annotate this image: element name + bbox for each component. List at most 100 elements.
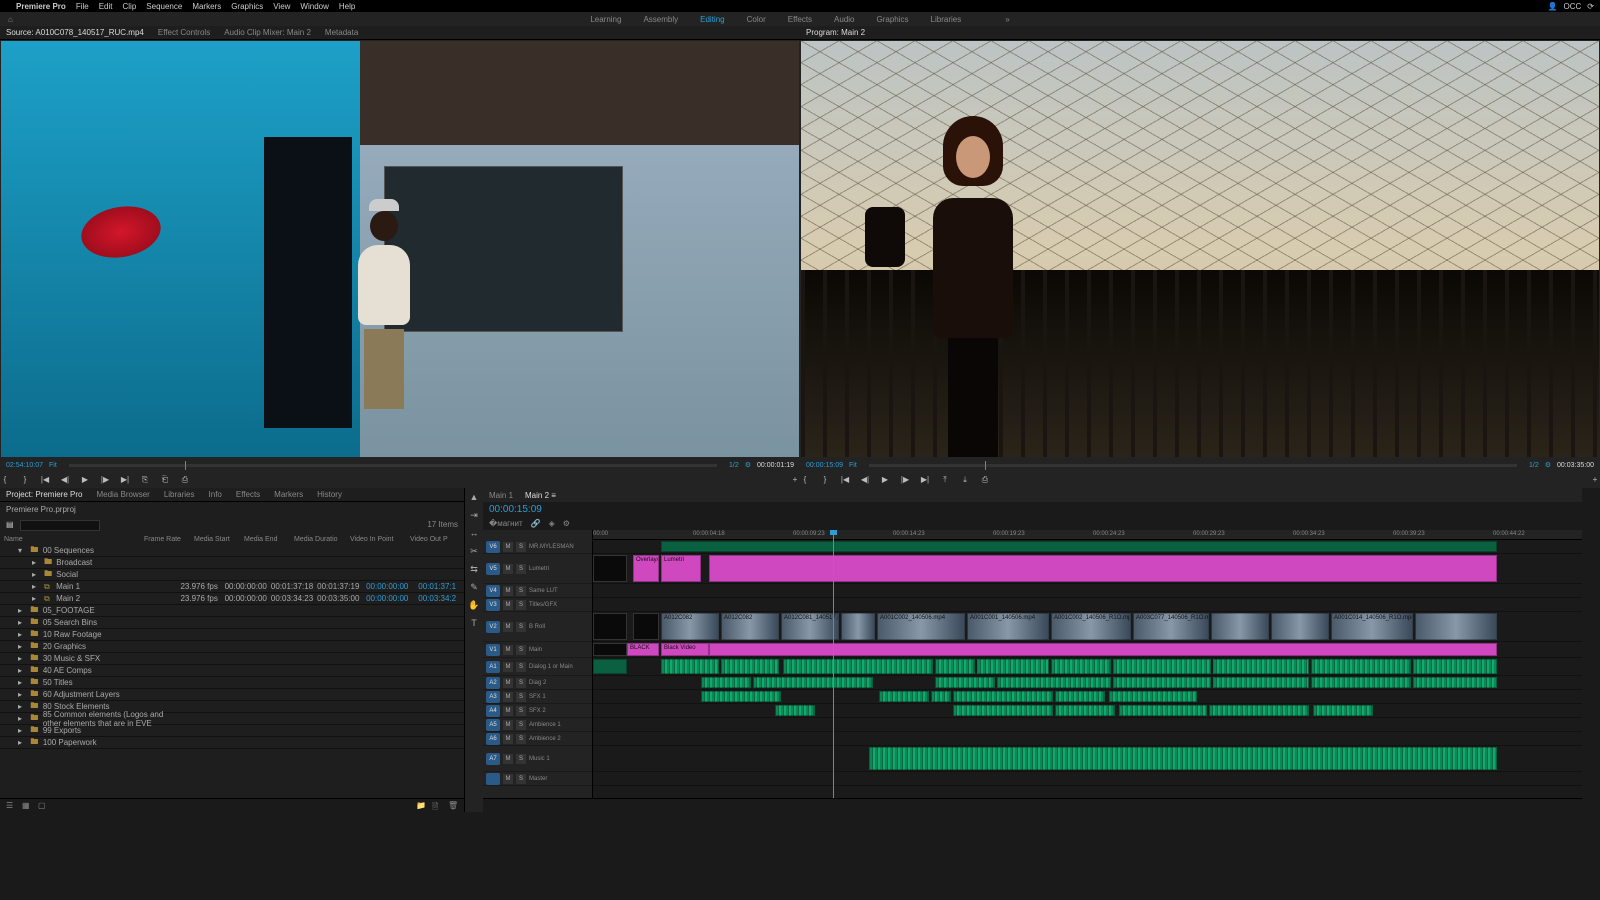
- tab-program[interactable]: Program: Main 2: [806, 28, 865, 37]
- disclosure-icon[interactable]: ▸: [32, 594, 40, 603]
- track-header-A3[interactable]: A3MSSFX 1: [483, 690, 592, 704]
- export-frame-button[interactable]: ⎙: [980, 475, 990, 485]
- tab-source-2[interactable]: Audio Clip Mixer: Main 2: [224, 28, 311, 37]
- disclosure-icon[interactable]: ▸: [18, 678, 26, 687]
- clip[interactable]: [709, 643, 1497, 656]
- bin-row[interactable]: ▸🖿99 Exports: [0, 725, 464, 737]
- clip[interactable]: [997, 677, 1111, 688]
- step-fwd-button[interactable]: |▶: [900, 475, 910, 485]
- track-A2[interactable]: [593, 676, 1582, 690]
- track-target[interactable]: A1: [486, 661, 500, 673]
- bin-row[interactable]: ▸🖿40 AE Comps: [0, 665, 464, 677]
- program-timecode[interactable]: 00:00:15:09: [806, 462, 843, 469]
- col-media-start[interactable]: Media Start: [194, 536, 244, 543]
- disclosure-icon[interactable]: ▸: [18, 642, 26, 651]
- mute-button[interactable]: M: [503, 754, 513, 764]
- type-tool[interactable]: T: [468, 618, 480, 630]
- insert-button[interactable]: ⎘: [140, 475, 150, 485]
- workspace-audio[interactable]: Audio: [834, 15, 854, 24]
- track-target[interactable]: V4: [486, 585, 500, 597]
- clip[interactable]: [1213, 677, 1309, 688]
- bin-row[interactable]: ▸🖿05_FOOTAGE: [0, 605, 464, 617]
- mute-button[interactable]: M: [503, 734, 513, 744]
- col-video-out-p[interactable]: Video Out P: [410, 536, 462, 543]
- menu-graphics[interactable]: Graphics: [231, 2, 263, 11]
- tab-source-3[interactable]: Metadata: [325, 28, 358, 37]
- clip[interactable]: A001C002_140506.mp4: [877, 613, 965, 640]
- zoom-menu[interactable]: 1/2: [729, 462, 739, 469]
- disclosure-icon[interactable]: ▸: [18, 726, 26, 735]
- button-editor-icon[interactable]: +: [790, 475, 800, 485]
- workspace-libraries[interactable]: Libraries: [931, 15, 962, 24]
- solo-button[interactable]: S: [516, 622, 526, 632]
- icon-view-icon[interactable]: ▦: [22, 801, 32, 811]
- col-video-in-point[interactable]: Video In Point: [350, 536, 410, 543]
- extract-button[interactable]: ⤓: [960, 475, 970, 485]
- track-MX[interactable]: [593, 772, 1582, 786]
- clip[interactable]: [977, 659, 1049, 674]
- track-A7[interactable]: [593, 746, 1582, 772]
- disclosure-icon[interactable]: ▸: [18, 714, 26, 723]
- mark-in-button[interactable]: {: [0, 475, 10, 485]
- clip[interactable]: [1313, 705, 1373, 716]
- clip[interactable]: [709, 555, 1497, 582]
- bin-row[interactable]: ▸🖿60 Adjustment Layers: [0, 689, 464, 701]
- disclosure-icon[interactable]: ▸: [32, 558, 40, 567]
- track-target[interactable]: V1: [486, 644, 500, 656]
- clip[interactable]: [931, 691, 951, 702]
- clip[interactable]: [593, 555, 627, 582]
- linked-selection-icon[interactable]: 🔗: [531, 519, 541, 528]
- new-bin-icon[interactable]: 📁: [416, 801, 426, 811]
- disclosure-icon[interactable]: ▸: [18, 606, 26, 615]
- clip[interactable]: A012C082: [721, 613, 779, 640]
- clip[interactable]: [1415, 613, 1497, 640]
- clip[interactable]: [1211, 613, 1269, 640]
- track-header-A7[interactable]: A7MSMusic 1: [483, 746, 592, 772]
- track-V2[interactable]: A012C082A012C082A012C081_140517.mp4A001C…: [593, 612, 1582, 642]
- clip[interactable]: [1413, 659, 1497, 674]
- step-back-button[interactable]: ◀|: [860, 475, 870, 485]
- mute-button[interactable]: M: [503, 586, 513, 596]
- solo-button[interactable]: S: [516, 564, 526, 574]
- mute-button[interactable]: M: [503, 564, 513, 574]
- clip[interactable]: [935, 677, 995, 688]
- new-item-icon[interactable]: 🗎: [432, 801, 442, 811]
- clip[interactable]: [701, 677, 751, 688]
- bin-row[interactable]: ▸🖿05 Search Bins: [0, 617, 464, 629]
- mute-button[interactable]: M: [503, 720, 513, 730]
- tab-source-0[interactable]: Source: A010C078_140517_RUC.mp4: [6, 28, 144, 37]
- selection-tool[interactable]: ▲: [468, 492, 480, 504]
- disclosure-icon[interactable]: ▸: [32, 582, 40, 591]
- mute-button[interactable]: M: [503, 692, 513, 702]
- playhead[interactable]: [833, 530, 834, 798]
- clip[interactable]: [1113, 659, 1211, 674]
- solo-button[interactable]: S: [516, 586, 526, 596]
- play-button[interactable]: ▶: [80, 475, 90, 485]
- menu-edit[interactable]: Edit: [99, 2, 113, 11]
- col-frame-rate[interactable]: Frame Rate: [144, 536, 194, 543]
- step-fwd-button[interactable]: |▶: [100, 475, 110, 485]
- clip[interactable]: A003C077_140506_R1O.mp4: [1133, 613, 1209, 640]
- track-header-A1[interactable]: A1MSDialog 1 or Main: [483, 658, 592, 676]
- track-header-MX[interactable]: MSMaster: [483, 772, 592, 786]
- goto-out-button[interactable]: ▶|: [920, 475, 930, 485]
- track-A6[interactable]: [593, 732, 1582, 746]
- solo-button[interactable]: S: [516, 662, 526, 672]
- track-V3[interactable]: [593, 598, 1582, 612]
- clip[interactable]: [1051, 659, 1111, 674]
- mute-button[interactable]: M: [503, 774, 513, 784]
- track-A1[interactable]: [593, 658, 1582, 676]
- clip[interactable]: [593, 659, 627, 674]
- mark-out-button[interactable]: }: [20, 475, 30, 485]
- lift-button[interactable]: ⤒: [940, 475, 950, 485]
- mute-button[interactable]: M: [503, 622, 513, 632]
- settings-icon[interactable]: ⚙: [745, 461, 751, 469]
- track-header-A6[interactable]: A6MSAmbience 2: [483, 732, 592, 746]
- solo-button[interactable]: S: [516, 645, 526, 655]
- trash-icon[interactable]: 🗑: [448, 801, 458, 811]
- menu-clip[interactable]: Clip: [123, 2, 137, 11]
- disclosure-icon[interactable]: ▸: [18, 666, 26, 675]
- snap-icon[interactable]: �магнит: [489, 519, 523, 528]
- marker-icon[interactable]: ◈: [549, 519, 555, 528]
- clip[interactable]: [753, 677, 873, 688]
